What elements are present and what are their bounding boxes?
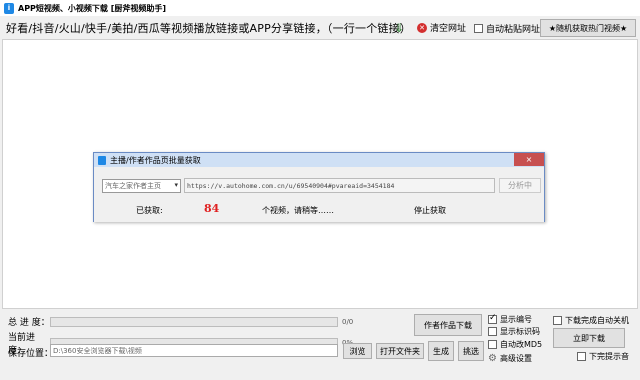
app-icon: i xyxy=(4,2,14,14)
done-sound-option[interactable]: 下完提示音 xyxy=(577,351,629,362)
platform-select[interactable]: 汽车之家作者主页 ▾ xyxy=(102,179,181,193)
autopaste-check-box[interactable] xyxy=(474,24,483,33)
analyze-button[interactable]: 分析中 xyxy=(499,178,541,193)
browse-button[interactable]: 浏览 xyxy=(343,343,372,359)
batch-fetch-dialog: 主播/作者作品页批量获取 × 汽车之家作者主页 ▾ https://v.auto… xyxy=(93,152,545,222)
save-location-label: 保存位置： xyxy=(8,349,54,359)
fetched-count: 84 xyxy=(204,202,220,215)
auto-md5-option[interactable]: 自动改MD5 xyxy=(488,339,542,350)
total-progress-row: 总 进 度： 0/0 xyxy=(8,315,353,328)
download-now-button[interactable]: 立即下载 xyxy=(553,328,625,348)
stop-fetch-button[interactable]: 停止获取 xyxy=(414,205,446,216)
dialog-title-bar: 主播/作者作品页批量获取 × xyxy=(94,153,544,167)
total-progress-value: 0/0 xyxy=(342,317,354,326)
done-sound-label: 下完提示音 xyxy=(589,352,629,361)
show-watermark-checkbox[interactable] xyxy=(488,327,497,336)
auto-shutdown-option[interactable]: 下载完成自动关机 xyxy=(553,315,629,326)
advanced-settings-button[interactable]: ⚙ 高级设置 xyxy=(488,353,532,364)
show-watermark-label: 显示标识码 xyxy=(500,327,540,336)
pick-button[interactable]: 挑选 xyxy=(458,341,484,361)
show-number-option[interactable]: 显示编号 xyxy=(488,313,532,325)
dialog-title: 主播/作者作品页批量获取 xyxy=(110,155,201,165)
auto-md5-checkbox[interactable] xyxy=(488,340,497,349)
gear-icon: ⚙ xyxy=(488,353,497,364)
auto-shutdown-checkbox[interactable] xyxy=(553,316,562,325)
paste-button[interactable]: ⇓ xyxy=(389,18,409,38)
autopaste-label: 自动粘贴网址 xyxy=(486,25,541,35)
random-hot-video-button[interactable]: ★随机获取热门视频★ xyxy=(540,19,636,37)
save-path-input[interactable]: D:\360安全浏览器下载\视频 xyxy=(50,344,338,357)
title-bar: i APP短视频、小视频下载 [厨斧视频助手] xyxy=(0,0,640,16)
fetched-label: 已获取: xyxy=(136,206,163,215)
autopaste-checkbox[interactable]: 自动粘贴网址 xyxy=(474,22,540,35)
author-url-input[interactable]: https://v.autohome.com.cn/u/69540904#pva… xyxy=(184,178,495,193)
open-folder-button[interactable]: 打开文件夹 xyxy=(376,343,424,359)
dialog-body: 汽车之家作者主页 ▾ https://v.autohome.com.cn/u/6… xyxy=(94,167,544,222)
total-progress-bar xyxy=(50,316,338,327)
auto-md5-label: 自动改MD5 xyxy=(500,340,543,349)
total-progress-label: 总 进 度： xyxy=(8,318,50,328)
dialog-close-button[interactable]: × xyxy=(514,153,544,166)
clear-urls-button[interactable]: ✕ 清空网址 xyxy=(417,21,466,34)
advanced-settings-label: 高级设置 xyxy=(499,354,532,363)
paste-arrow-icon: ⇓ xyxy=(393,21,405,35)
auto-shutdown-label: 下载完成自动关机 xyxy=(565,316,629,325)
platform-select-value: 汽车之家作者主页 xyxy=(105,182,161,190)
clear-icon: ✕ xyxy=(417,22,427,33)
chevron-down-icon: ▾ xyxy=(174,181,178,189)
fetched-status: 个视频，请稍等…… xyxy=(262,206,334,215)
show-number-label: 显示编号 xyxy=(500,315,532,324)
generate-button[interactable]: 生成 xyxy=(428,341,454,361)
dialog-app-icon xyxy=(98,155,106,165)
show-watermark-option[interactable]: 显示标识码 xyxy=(488,326,540,337)
toolbar: 好看/抖音/火山/快手/美拍/西瓜等视频播放链接或APP分享链接，（一行一个链接… xyxy=(0,17,640,39)
link-prompt: 好看/抖音/火山/快手/美拍/西瓜等视频播放链接或APP分享链接，（一行一个链接… xyxy=(6,22,412,35)
done-sound-checkbox[interactable] xyxy=(577,352,586,361)
window-title: APP短视频、小视频下载 [厨斧视频助手] xyxy=(18,3,167,13)
clear-urls-label: 清空网址 xyxy=(430,24,467,34)
show-number-checkbox[interactable] xyxy=(488,313,497,324)
author-download-button[interactable]: 作者作品下载 xyxy=(414,314,482,336)
